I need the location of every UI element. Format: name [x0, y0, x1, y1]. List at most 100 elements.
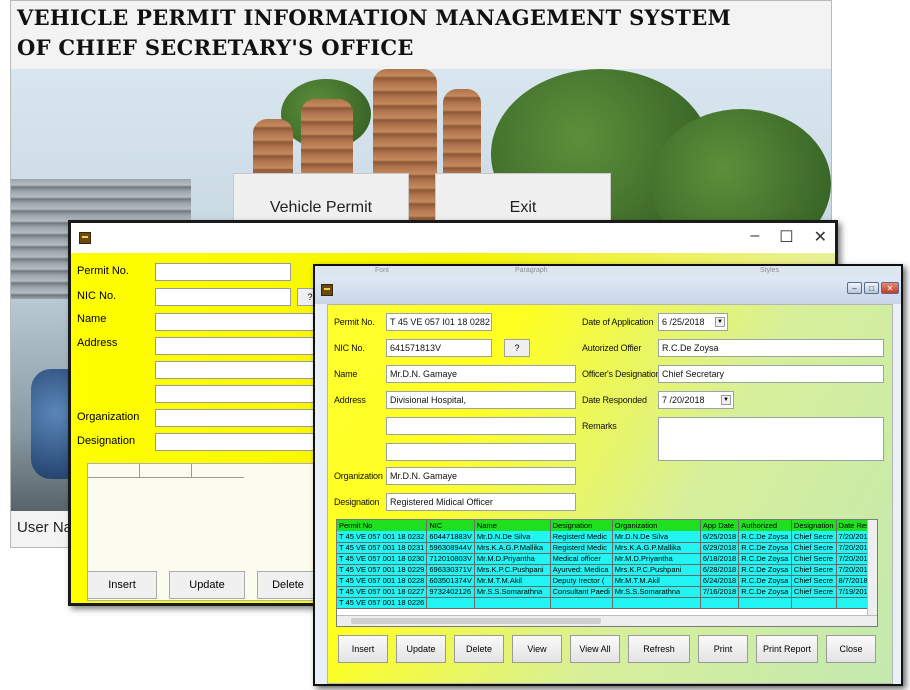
table-cell[interactable]: Ayurved: Medica: [550, 564, 613, 576]
column-header[interactable]: Designation: [550, 520, 613, 531]
table-cell[interactable]: Mrs.K.P.C.Pushpani: [474, 564, 551, 576]
address-input-1[interactable]: [155, 337, 335, 355]
refresh-button[interactable]: Refresh: [628, 635, 690, 663]
table-cell[interactable]: 712010803V: [426, 553, 475, 565]
table-cell[interactable]: Chief Secre: [791, 586, 837, 598]
table-cell[interactable]: T 45 VE 057 001 18 0230: [337, 553, 428, 565]
scroll-thumb[interactable]: [351, 618, 601, 624]
date-responded-picker[interactable]: 7 /20/2018 ▼: [658, 391, 734, 409]
table-cell[interactable]: Mrs.K.P.C.Pushpani: [612, 564, 701, 576]
table-cell[interactable]: 603501374V: [426, 575, 475, 587]
table-cell[interactable]: [550, 597, 613, 609]
nic-no-input[interactable]: 641571813V: [386, 339, 492, 357]
address-input-2[interactable]: [155, 361, 335, 379]
view-button[interactable]: View: [512, 635, 562, 663]
organization-input[interactable]: Mr.D.N. Gamaye: [386, 467, 576, 485]
delete-button[interactable]: Delete: [454, 635, 504, 663]
table-row[interactable]: T 45 VE 057 001 18 0232 604471883V Mr.D.N.…: [337, 531, 877, 543]
table-cell[interactable]: Mr.M.T.M.Akil: [474, 575, 551, 587]
permit-no-input[interactable]: T 45 VE 057 I01 18 0282: [386, 313, 492, 331]
update-button[interactable]: Update: [169, 571, 245, 599]
column-header[interactable]: App Date: [700, 520, 740, 531]
table-row[interactable]: T 45 VE 057 001 18 0227 9732402126 Mr.S.S.…: [337, 586, 877, 598]
table-cell[interactable]: 596308944V: [426, 542, 475, 554]
nic-lookup-button[interactable]: ?: [504, 339, 530, 357]
organization-input[interactable]: [155, 409, 335, 427]
table-row[interactable]: T 45 VE 057 001 18 0228 603501374V Mr.M.T.…: [337, 575, 877, 587]
table-cell[interactable]: T 45 VE 057 001 18 0227: [337, 586, 428, 598]
table-cell[interactable]: R.C.De Zoysa: [738, 575, 792, 587]
table-cell[interactable]: Mr.S.S.Somarathna: [612, 586, 701, 598]
view-all-button[interactable]: View All: [570, 635, 620, 663]
table-cell[interactable]: Mrs.K.A.G.P.Mallika: [612, 542, 701, 554]
table-cell[interactable]: R.C.De Zoysa: [738, 553, 792, 565]
address-input-2[interactable]: [386, 417, 576, 435]
table-row[interactable]: T 45 VE 057 001 18 0230 712010803V Mr.M.D.…: [337, 553, 877, 565]
table-cell[interactable]: Mr.M.T.M.Akil: [612, 575, 701, 587]
table-cell[interactable]: T 45 VE 057 001 18 0232: [337, 531, 428, 543]
designation-input[interactable]: [155, 433, 335, 451]
column-header[interactable]: Permit No: [337, 520, 428, 531]
name-input[interactable]: [155, 313, 335, 331]
maximize-button[interactable]: □: [864, 282, 879, 294]
table-cell[interactable]: [738, 597, 792, 609]
table-cell[interactable]: Chief Secre: [791, 553, 837, 565]
column-header[interactable]: NIC: [426, 520, 475, 531]
table-cell[interactable]: R.C.De Zoysa: [738, 542, 792, 554]
table-cell[interactable]: Registerd Medic: [550, 531, 613, 543]
table-cell[interactable]: 6/29/2018: [700, 542, 740, 554]
table-cell[interactable]: 6/25/2018: [700, 531, 740, 543]
table-cell[interactable]: [700, 597, 740, 609]
address-input-3[interactable]: [155, 385, 335, 403]
table-cell[interactable]: 7/16/2018: [700, 586, 740, 598]
table-cell[interactable]: 6/24/2018: [700, 575, 740, 587]
permit-no-input[interactable]: [155, 263, 291, 281]
table-cell[interactable]: Mrs.K.A.G.P.Mallika: [474, 542, 551, 554]
delete-button[interactable]: Delete: [257, 571, 319, 599]
table-cell[interactable]: R.C.De Zoysa: [738, 586, 792, 598]
print-report-button[interactable]: Print Report: [756, 635, 818, 663]
close-form-button[interactable]: Close: [826, 635, 876, 663]
column-header[interactable]: Designation: [791, 520, 837, 531]
table-cell[interactable]: Chief Secre: [791, 542, 837, 554]
table-cell[interactable]: Mr.M.D.Priyantha: [474, 553, 551, 565]
column-header[interactable]: Organization: [612, 520, 701, 531]
table-row[interactable]: T 45 VE 057 001 18 0226: [337, 597, 877, 609]
table-cell[interactable]: Registerd Medic: [550, 542, 613, 554]
name-input[interactable]: Mr.D.N. Gamaye: [386, 365, 576, 383]
table-cell[interactable]: [474, 597, 551, 609]
minimize-button[interactable]: –: [750, 227, 759, 247]
table-cell[interactable]: [426, 597, 475, 609]
table-row[interactable]: T 45 VE 057 001 18 0231 596308944V Mrs.K.A…: [337, 542, 877, 554]
address-input-1[interactable]: Divisional Hospital,: [386, 391, 576, 409]
maximize-button[interactable]: ☐: [779, 227, 793, 247]
table-cell[interactable]: 696330371V: [426, 564, 475, 576]
table-cell[interactable]: Mr.D.N.De Silva: [612, 531, 701, 543]
table-cell[interactable]: R.C.De Zoysa: [738, 564, 792, 576]
designation-input[interactable]: Registered Midical Officer: [386, 493, 576, 511]
table-cell[interactable]: [791, 597, 837, 609]
table-cell[interactable]: T 45 VE 057 001 18 0226: [337, 597, 428, 609]
table-cell[interactable]: Mr.S.S.Somarathna: [474, 586, 551, 598]
table-cell[interactable]: [612, 597, 701, 609]
table-cell[interactable]: Mr.M.D.Priyantha: [612, 553, 701, 565]
table-cell[interactable]: Chief Secre: [791, 575, 837, 587]
table-cell[interactable]: 6/18/2018: [700, 553, 740, 565]
officers-designation-input[interactable]: Chief Secretary: [658, 365, 884, 383]
table-cell[interactable]: Deputy Irector (: [550, 575, 613, 587]
column-header[interactable]: Name: [474, 520, 551, 531]
chevron-down-icon[interactable]: ▼: [715, 317, 725, 327]
column-header[interactable]: Authorized: [738, 520, 792, 531]
table-cell[interactable]: Mr.D.N.De Silva: [474, 531, 551, 543]
horizontal-scrollbar[interactable]: [337, 615, 877, 626]
table-cell[interactable]: R.C.De Zoysa: [738, 531, 792, 543]
print-button[interactable]: Print: [698, 635, 748, 663]
minimize-button[interactable]: –: [847, 282, 862, 294]
permit-records-table[interactable]: Permit No NIC Name Designation Organization A…: [336, 519, 878, 627]
address-input-3[interactable]: [386, 443, 576, 461]
table-cell[interactable]: Chief Secre: [791, 564, 837, 576]
table-row[interactable]: T 45 VE 057 001 18 0229 696330371V Mrs.K.P…: [337, 564, 877, 576]
table-cell[interactable]: T 45 VE 057 001 18 0229: [337, 564, 428, 576]
close-button[interactable]: ✕: [814, 227, 827, 247]
table-cell[interactable]: 9732402126: [426, 586, 475, 598]
